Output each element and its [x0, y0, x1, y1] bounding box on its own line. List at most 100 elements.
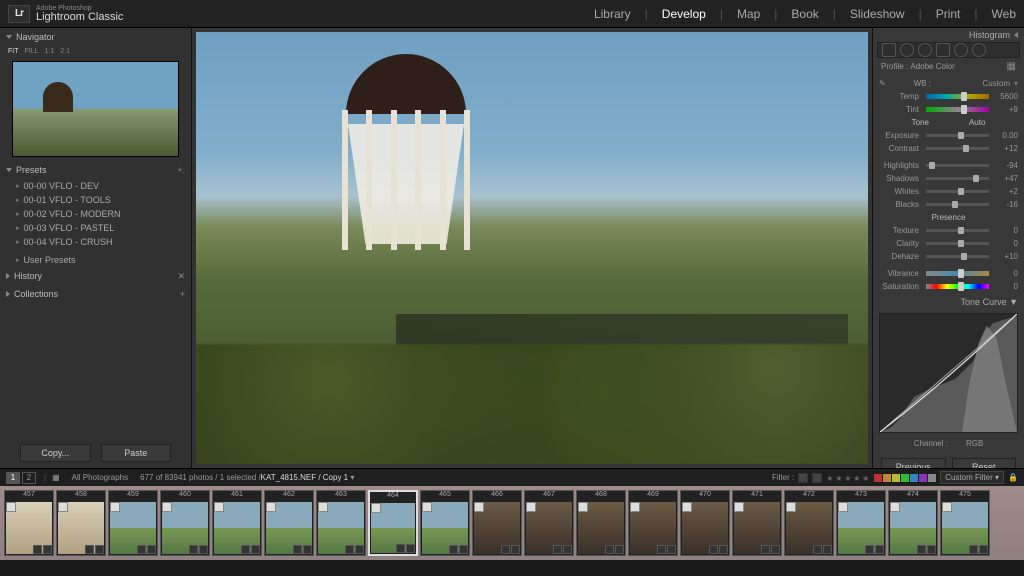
tint-value[interactable]: +9 [992, 105, 1018, 114]
filmstrip-thumb[interactable]: 467 [524, 490, 574, 556]
channel-value[interactable]: RGB [966, 439, 983, 448]
rating-filter[interactable]: ★★★★★ [826, 474, 870, 482]
color-chip[interactable] [892, 474, 900, 482]
nav-1to1[interactable]: 1:1 [45, 48, 55, 55]
whites-slider[interactable] [926, 190, 989, 193]
history-clear-icon[interactable]: ✕ [177, 271, 185, 282]
filmstrip-thumb[interactable]: 465 [420, 490, 470, 556]
filmstrip-thumb[interactable]: 459 [108, 490, 158, 556]
module-library[interactable]: Library [594, 7, 631, 21]
previous-button[interactable]: Previous [881, 458, 946, 468]
tonecurve-header[interactable]: Tone Curve ▼ [873, 295, 1024, 309]
filmstrip-thumb[interactable]: 464 [368, 490, 418, 556]
history-header[interactable]: History ✕ [0, 267, 191, 285]
module-slideshow[interactable]: Slideshow [850, 7, 905, 21]
tint-slider[interactable] [926, 107, 989, 112]
saturation-slider[interactable] [926, 284, 989, 289]
shadows-value[interactable]: +47 [992, 174, 1018, 183]
color-chip[interactable] [919, 474, 927, 482]
histogram-header[interactable]: Histogram [873, 28, 1024, 42]
temp-value[interactable]: 5600 [992, 92, 1018, 101]
collections-header[interactable]: Collections + [0, 285, 191, 303]
dehaze-slider[interactable] [926, 255, 989, 258]
filmstrip-thumb[interactable]: 463 [316, 490, 366, 556]
grid-icon[interactable]: ▦ [52, 473, 60, 482]
preset-item[interactable]: 00-03 VFLO - PASTEL [0, 221, 191, 235]
profile-browser-icon[interactable]: ▦ [1007, 61, 1016, 72]
filter-lock-icon[interactable]: 🔒 [1008, 473, 1018, 483]
loupe-view[interactable] [196, 32, 868, 464]
texture-slider[interactable] [926, 229, 989, 232]
filmstrip-thumb[interactable]: 461 [212, 490, 262, 556]
color-chip[interactable] [910, 474, 918, 482]
filmstrip-thumb[interactable]: 457 [4, 490, 54, 556]
profile-value[interactable]: Adobe Color [910, 62, 954, 71]
contrast-value[interactable]: +12 [992, 144, 1018, 153]
grad-filter-icon[interactable] [936, 43, 950, 57]
preset-item[interactable]: 00-02 VFLO - MODERN [0, 207, 191, 221]
preset-item[interactable]: 00-00 VFLO - DEV [0, 179, 191, 193]
auto-button[interactable]: Auto [969, 118, 985, 127]
nav-fill[interactable]: FILL [25, 48, 39, 55]
vibrance-slider[interactable] [926, 271, 989, 276]
filmstrip-thumb[interactable]: 462 [264, 490, 314, 556]
flag-picked-icon[interactable] [798, 473, 808, 483]
secondary-display-1[interactable]: 1 [6, 472, 20, 484]
collections-add-icon[interactable]: + [180, 289, 185, 299]
custom-filter-select[interactable]: Custom Filter ▾ [940, 471, 1004, 484]
exposure-slider[interactable] [926, 134, 989, 137]
filmstrip-thumb[interactable]: 460 [160, 490, 210, 556]
source-path[interactable]: All Photographs [72, 473, 128, 482]
saturation-value[interactable]: 0 [992, 282, 1018, 291]
nav-2to1[interactable]: 2:1 [60, 48, 70, 55]
module-map[interactable]: Map [737, 7, 760, 21]
highlights-value[interactable]: -94 [992, 161, 1018, 170]
wb-picker-icon[interactable]: ✎ [879, 79, 891, 88]
color-chip[interactable] [883, 474, 891, 482]
preset-item[interactable]: 00-01 VFLO - TOOLS [0, 193, 191, 207]
filmstrip-thumb[interactable]: 473 [836, 490, 886, 556]
texture-value[interactable]: 0 [992, 226, 1018, 235]
color-chip[interactable] [928, 474, 936, 482]
module-web[interactable]: Web [992, 7, 1016, 21]
filmstrip-thumb[interactable]: 466 [472, 490, 522, 556]
spot-tool-icon[interactable] [900, 43, 914, 57]
module-develop[interactable]: Develop [662, 7, 706, 21]
paste-button[interactable]: Paste [101, 444, 172, 462]
preset-item[interactable]: 00-04 VFLO - CRUSH [0, 235, 191, 249]
module-print[interactable]: Print [936, 7, 961, 21]
filmstrip-thumb[interactable]: 472 [784, 490, 834, 556]
temp-slider[interactable] [926, 94, 989, 99]
radial-filter-icon[interactable] [954, 43, 968, 57]
filmstrip-thumb[interactable]: 469 [628, 490, 678, 556]
shadows-slider[interactable] [926, 177, 989, 180]
tone-curve[interactable] [879, 313, 1018, 433]
wb-mode[interactable]: Custom [982, 79, 1010, 88]
filmstrip-thumb[interactable]: 468 [576, 490, 626, 556]
user-presets-item[interactable]: User Presets [0, 253, 191, 267]
clarity-slider[interactable] [926, 242, 989, 245]
reset-button[interactable]: Reset [952, 458, 1017, 468]
filmstrip-thumb[interactable]: 474 [888, 490, 938, 556]
filmstrip-thumb[interactable]: 471 [732, 490, 782, 556]
filmstrip[interactable]: 4574584594604614624634644654664674684694… [0, 486, 1024, 560]
flag-rejected-icon[interactable] [812, 473, 822, 483]
module-book[interactable]: Book [791, 7, 818, 21]
presets-header[interactable]: Presets +. [0, 161, 191, 179]
redeye-tool-icon[interactable] [918, 43, 932, 57]
dehaze-value[interactable]: +10 [992, 252, 1018, 261]
filmstrip-thumb[interactable]: 475 [940, 490, 990, 556]
crop-tool-icon[interactable] [882, 43, 896, 57]
blacks-slider[interactable] [926, 203, 989, 206]
exposure-value[interactable]: 0.00 [992, 131, 1018, 140]
blacks-value[interactable]: -16 [992, 200, 1018, 209]
color-chip[interactable] [901, 474, 909, 482]
highlights-slider[interactable] [926, 164, 989, 167]
filmstrip-thumb[interactable]: 470 [680, 490, 730, 556]
navigator-zoom-options[interactable]: FIT FILL 1:1 2:1 [0, 46, 191, 57]
copy-button[interactable]: Copy... [20, 444, 91, 462]
navigator-preview[interactable] [12, 61, 179, 157]
color-chip[interactable] [874, 474, 882, 482]
nav-fit[interactable]: FIT [8, 48, 19, 55]
vibrance-value[interactable]: 0 [992, 269, 1018, 278]
